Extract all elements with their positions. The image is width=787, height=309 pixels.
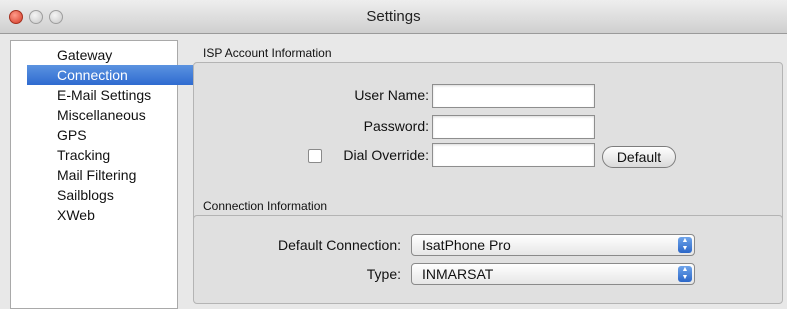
settings-window: Settings Gateway Connection E-Mail Setti…: [0, 0, 787, 309]
password-label: Password:: [363, 118, 429, 134]
title-bar: Settings: [0, 0, 787, 34]
sidebar-item-miscellaneous[interactable]: Miscellaneous: [27, 105, 177, 125]
default-connection-label: Default Connection:: [278, 237, 401, 253]
default-button[interactable]: Default: [602, 146, 676, 168]
connection-group-box: Default Connection: IsatPhone Pro ▲ ▼ Typ…: [193, 215, 783, 304]
sidebar-item-tracking[interactable]: Tracking: [27, 145, 177, 165]
sidebar-item-gateway[interactable]: Gateway: [27, 45, 177, 65]
isp-group-box: User Name: Password: Dial Override: Defa…: [193, 62, 783, 222]
user-name-label: User Name:: [354, 87, 429, 103]
sidebar-item-email-settings[interactable]: E-Mail Settings: [27, 85, 177, 105]
updown-arrows-icon: ▲ ▼: [678, 266, 692, 282]
type-label: Type:: [366, 266, 401, 282]
user-name-field[interactable]: [432, 84, 595, 108]
dial-override-label: Dial Override:: [343, 147, 429, 163]
type-value: INMARSAT: [422, 266, 494, 282]
sidebar-item-connection[interactable]: Connection: [27, 65, 193, 85]
dial-override-field[interactable]: [432, 143, 595, 167]
type-select[interactable]: INMARSAT ▲ ▼: [411, 263, 695, 285]
window-title: Settings: [366, 8, 421, 25]
sidebar-item-mail-filtering[interactable]: Mail Filtering: [27, 165, 177, 185]
connection-group-title: Connection Information: [203, 199, 328, 213]
default-connection-select[interactable]: IsatPhone Pro ▲ ▼: [411, 234, 695, 256]
sidebar-item-sailblogs[interactable]: Sailblogs: [27, 185, 177, 205]
sidebar-item-xweb[interactable]: XWeb: [27, 205, 177, 225]
password-field[interactable]: [432, 115, 595, 139]
dial-override-checkbox[interactable]: [308, 149, 322, 163]
sidebar-item-gps[interactable]: GPS: [27, 125, 177, 145]
isp-group-title: ISP Account Information: [203, 46, 332, 60]
updown-arrows-icon: ▲ ▼: [678, 237, 692, 253]
default-connection-value: IsatPhone Pro: [422, 237, 511, 253]
sidebar: Gateway Connection E-Mail Settings Misce…: [10, 40, 193, 309]
